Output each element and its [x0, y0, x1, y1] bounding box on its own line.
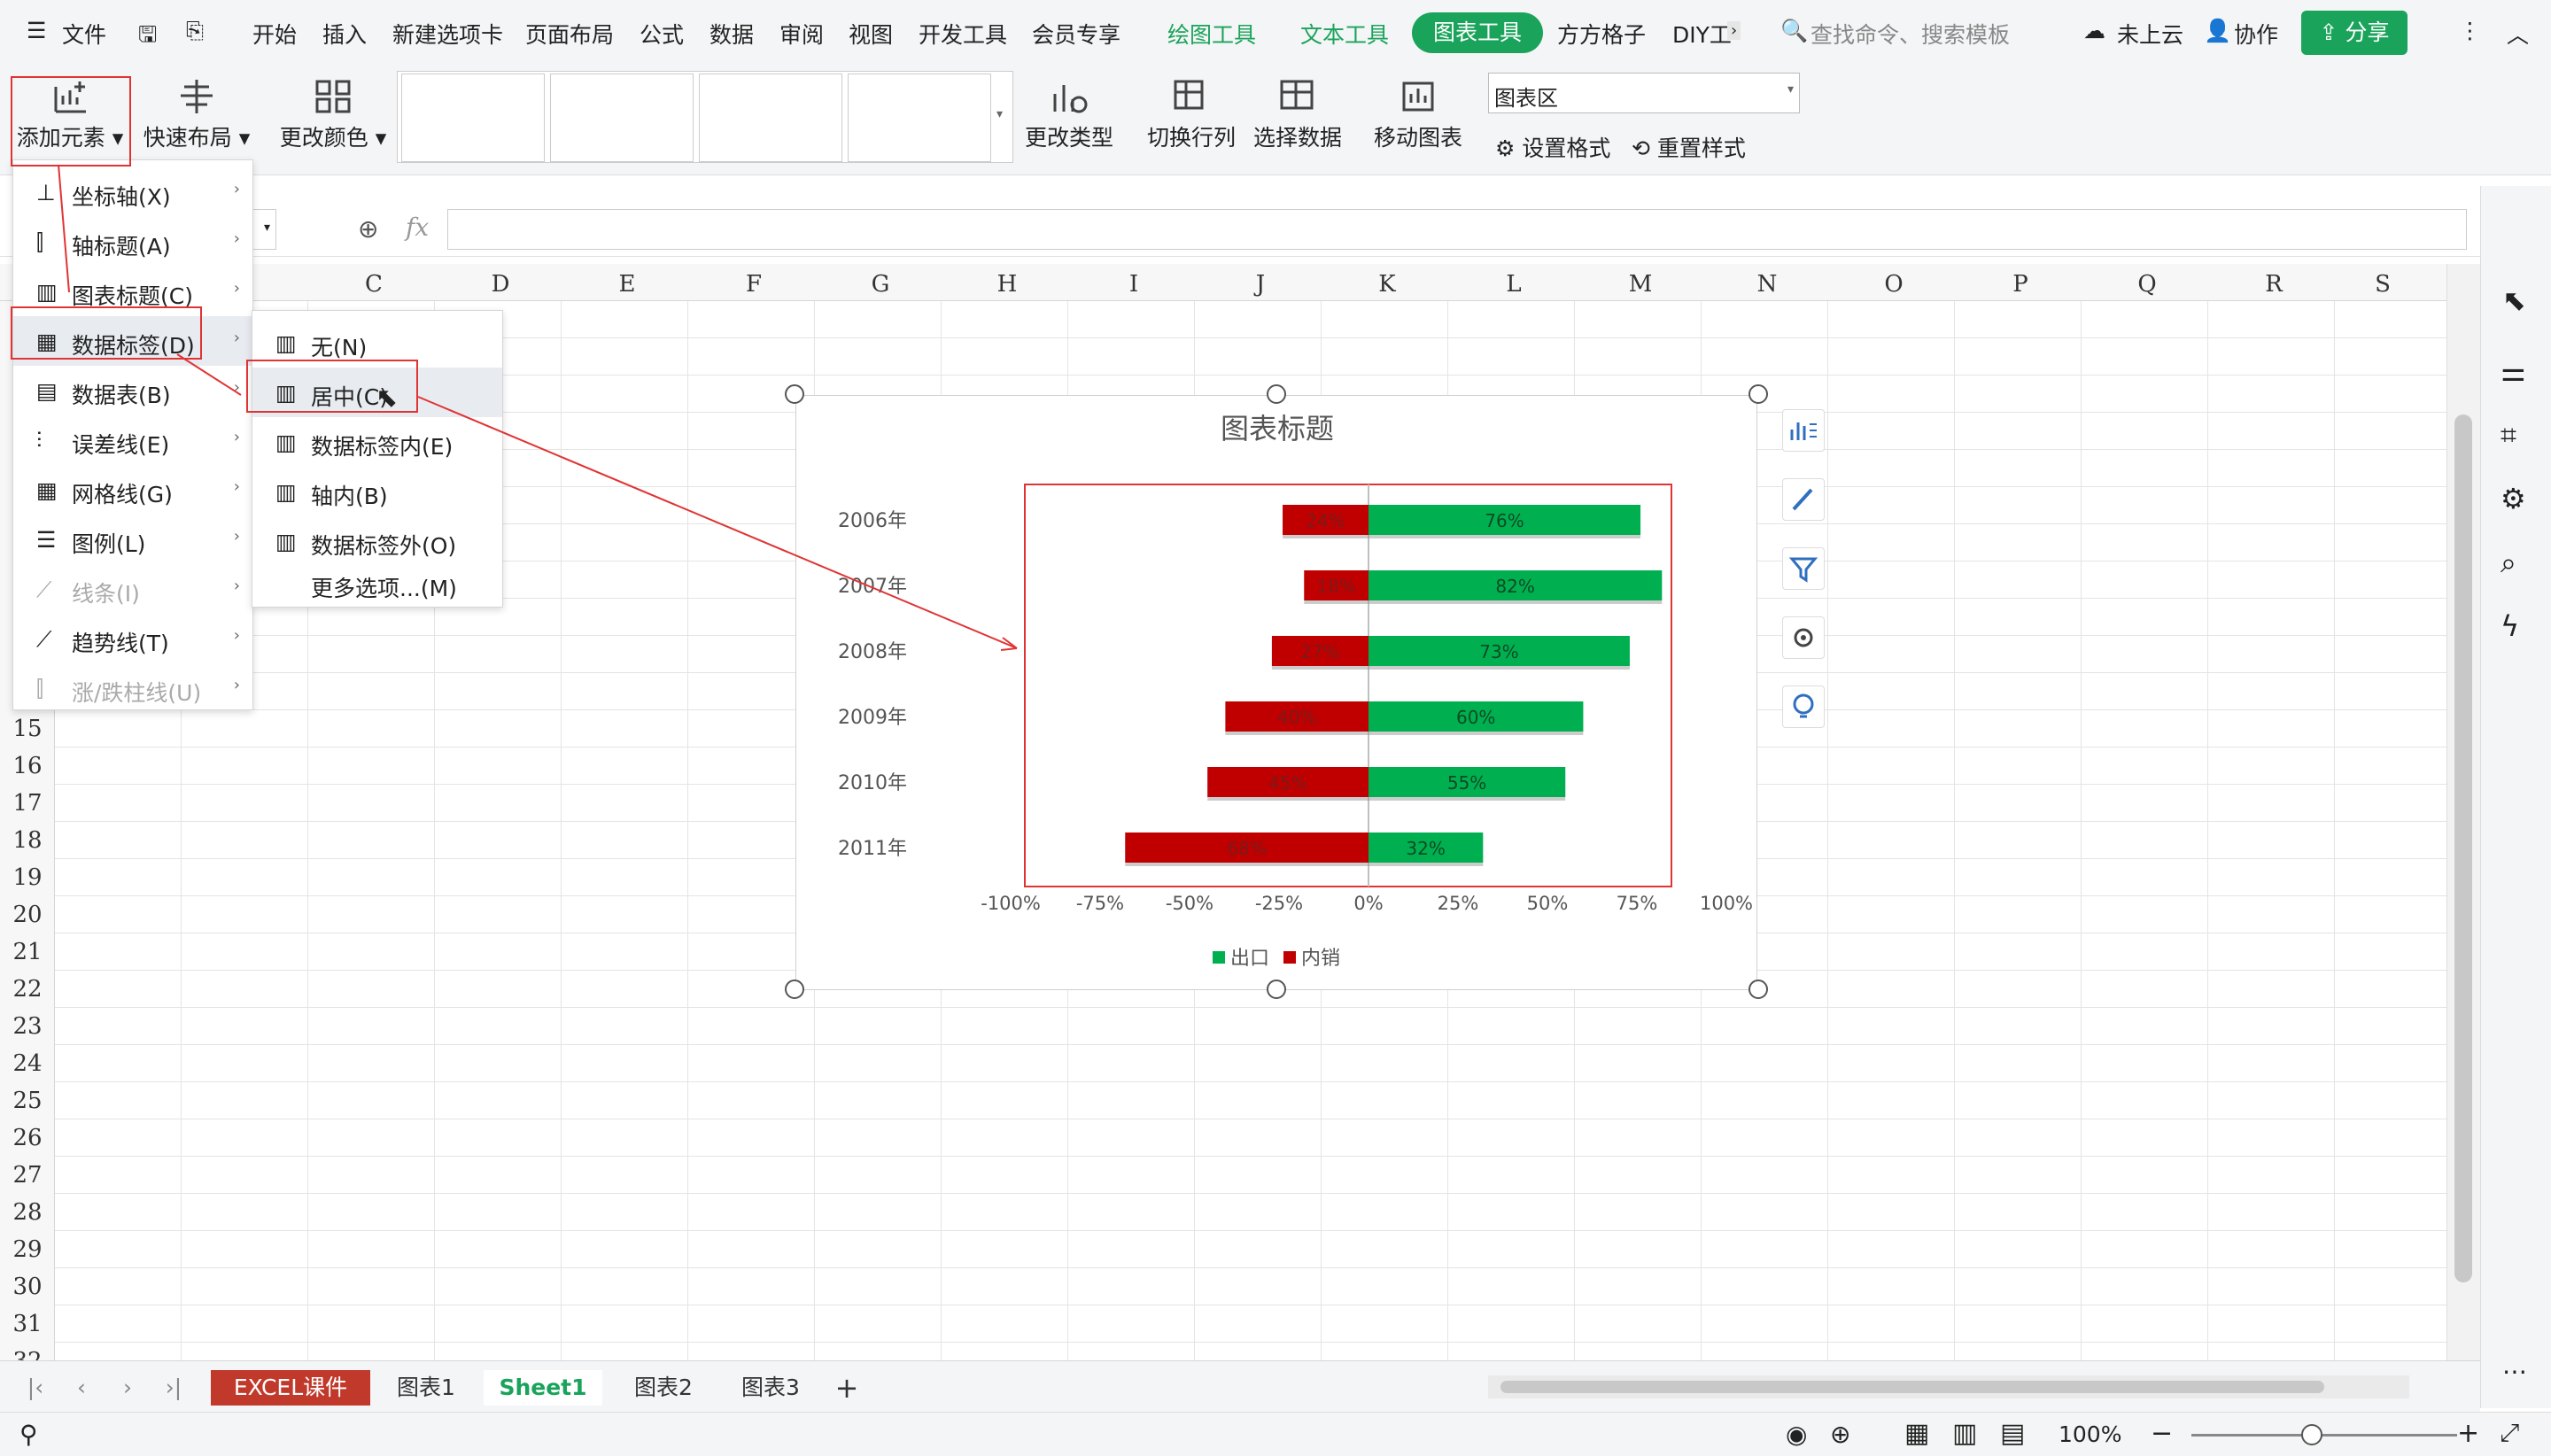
pointer-icon[interactable]: ⬉ — [2502, 283, 2526, 317]
macro-icon[interactable]: ⚲ — [19, 1420, 38, 1449]
horizontal-scrollbar[interactable] — [1488, 1375, 2409, 1398]
prev-sheet-icon[interactable]: ‹ — [64, 1370, 99, 1406]
sheet-tab[interactable]: 图表1 — [377, 1370, 475, 1406]
page-break-icon[interactable]: ▤ — [2000, 1418, 2025, 1449]
scrollbar-thumb[interactable] — [2454, 414, 2472, 1282]
last-sheet-icon[interactable]: ›| — [156, 1370, 191, 1406]
sheet-tab[interactable]: 图表3 — [723, 1370, 818, 1406]
sheet-tab-active[interactable]: Sheet1 — [484, 1370, 602, 1406]
scrollbar-thumb[interactable] — [1500, 1381, 2324, 1393]
status-bar: ⚲ ◉ ⊕ ▦ ▥ ▤ 100% − + ⤢ — [0, 1412, 2551, 1456]
sliders-icon[interactable]: ⚌ — [2501, 354, 2526, 388]
next-sheet-icon[interactable]: › — [110, 1370, 145, 1406]
book-search-icon[interactable]: ⌕ — [2501, 546, 2516, 580]
zoom-slider[interactable] — [2191, 1434, 2457, 1437]
first-sheet-icon[interactable]: |‹ — [18, 1370, 53, 1406]
zoom-out-icon[interactable]: − — [2151, 1418, 2173, 1449]
sheet-tab[interactable]: EXCEL课件 — [211, 1370, 370, 1406]
sheet-tab[interactable]: 图表2 — [611, 1370, 716, 1406]
zoom-in-icon[interactable]: + — [2457, 1418, 2479, 1449]
eye-icon[interactable]: ◉ — [1786, 1420, 1807, 1449]
add-sheet-icon[interactable]: + — [829, 1370, 865, 1406]
lightning-icon[interactable]: ϟ — [2501, 609, 2519, 643]
mouse-cursor-icon: ⬉ — [376, 383, 399, 414]
more-icon[interactable]: ⋯ — [2502, 1357, 2527, 1386]
zoom-level[interactable]: 100% — [2059, 1421, 2121, 1447]
normal-view-icon[interactable]: ▦ — [1904, 1418, 1929, 1449]
right-sidebar: ⬉ ⚌ ⌗ ⚙ ⌕ ϟ ⋯ — [2480, 186, 2551, 1408]
freeze-icon[interactable]: ⊕ — [1830, 1420, 1850, 1449]
zoom-slider-thumb[interactable] — [2301, 1424, 2322, 1445]
fullscreen-icon[interactable]: ⤢ — [2500, 1418, 2519, 1448]
annotation-arrows — [58, 164, 1018, 651]
page-layout-icon[interactable]: ▥ — [1952, 1418, 1977, 1449]
sheet-tab-bar: |‹ ‹ › ›| EXCEL课件 图表1 Sheet1 图表2 图表3 + — [0, 1360, 2480, 1412]
vertical-scrollbar[interactable] — [2446, 264, 2480, 1360]
image-settings-icon[interactable]: ⚙ — [2501, 482, 2526, 515]
crop-icon[interactable]: ⌗ — [2501, 418, 2516, 453]
